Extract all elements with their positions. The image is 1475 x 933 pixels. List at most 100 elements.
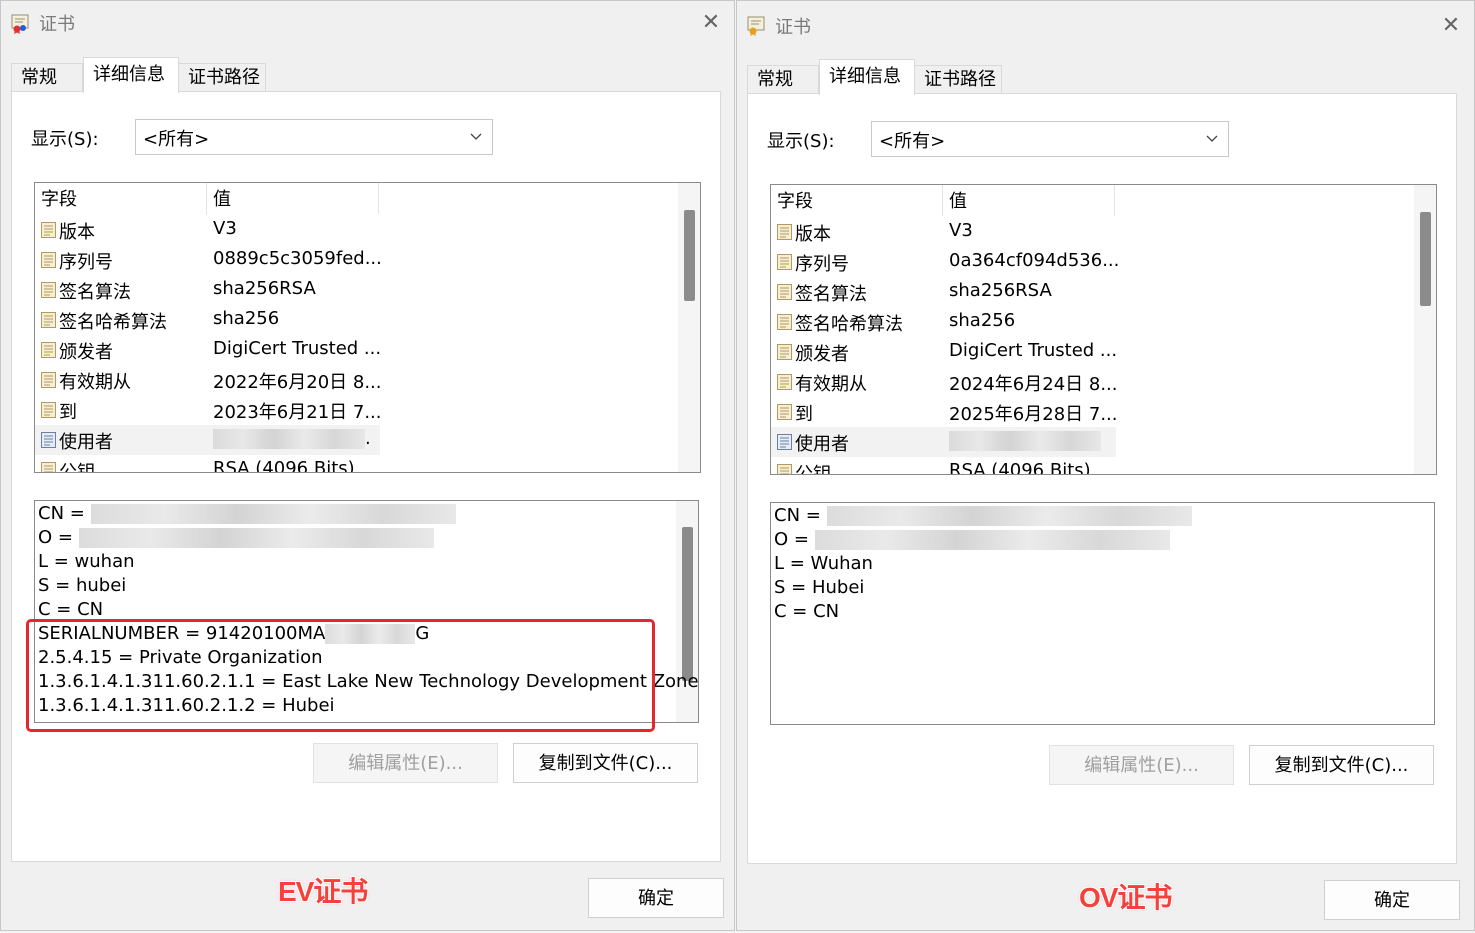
column-header-field[interactable]: 字段 <box>771 185 943 216</box>
column-header-field[interactable]: 字段 <box>35 183 207 214</box>
table-row[interactable]: 到 2025年6月28日 7... <box>771 397 1118 427</box>
table-row[interactable]: 版本 V3 <box>35 215 380 245</box>
table-row[interactable]: 使用者 <box>771 427 1116 457</box>
tab-details[interactable]: 详细信息 <box>819 59 915 95</box>
field-icon <box>41 252 56 268</box>
list-header: 字段 值 <box>35 183 380 214</box>
field-icon <box>777 314 792 330</box>
redacted-value <box>814 530 1170 550</box>
redacted-value <box>826 506 1192 526</box>
tab-general[interactable]: 常规 <box>11 63 83 91</box>
row-field: 颁发者 <box>795 344 849 365</box>
table-row[interactable]: 颁发者 DigiCert Trusted ... <box>35 335 382 365</box>
table-row[interactable]: 签名哈希算法 sha256 <box>771 307 1116 337</box>
row-value: sha256 <box>949 310 1016 331</box>
column-header-value[interactable]: 值 <box>943 185 1115 216</box>
row-value: sha256RSA <box>213 278 316 299</box>
table-row[interactable]: 使用者. <box>35 425 380 455</box>
value-detail-box[interactable]: CN = O = L = Wuhan S = Hubei C = CN <box>770 502 1435 725</box>
row-value: sha256 <box>213 308 280 329</box>
detail-prefix: CN = <box>774 505 827 526</box>
detail-prefix: O = <box>38 527 79 548</box>
field-icon <box>777 224 792 240</box>
detail-line: CN = <box>774 505 1192 526</box>
row-field: 到 <box>795 404 813 425</box>
ov-annotation: OV证书 <box>1079 882 1172 913</box>
scrollbar-thumb[interactable] <box>684 210 695 301</box>
table-row[interactable]: 公钥 RSA (4096 Bits) <box>771 457 1116 474</box>
table-row[interactable]: 签名算法 sha256RSA <box>771 277 1116 307</box>
close-button[interactable]: ✕ <box>1428 4 1474 48</box>
detail-line: S = Hubei <box>774 577 865 598</box>
show-dropdown[interactable]: <所有> <box>135 119 493 155</box>
window-title: 证书 <box>775 17 811 38</box>
row-value: V3 <box>949 220 973 241</box>
show-label: 显示(S): <box>31 129 99 150</box>
row-field: 公钥 <box>59 462 95 473</box>
tab-details[interactable]: 详细信息 <box>83 57 179 93</box>
row-value: 2024年6月24日 8... <box>949 374 1118 395</box>
field-icon <box>41 222 56 238</box>
table-row[interactable]: 版本 V3 <box>771 217 1116 247</box>
column-header-value[interactable]: 值 <box>207 183 379 214</box>
ok-button[interactable]: 确定 <box>1324 880 1460 920</box>
certificate-icon <box>747 16 765 36</box>
table-row[interactable]: 序列号 0889c5c3059fed... <box>35 245 382 275</box>
tab-general[interactable]: 常规 <box>747 65 819 93</box>
table-row[interactable]: 签名哈希算法 sha256 <box>35 305 380 335</box>
row-value <box>949 430 1101 451</box>
tab-cert-path[interactable]: 证书路径 <box>178 63 266 91</box>
table-row[interactable]: 公钥 RSA (4096 Bits) <box>35 455 380 473</box>
details-panel: 显示(S): <所有> 字段 值 版本 V3 序列号 0889c5c3059fed..… <box>11 91 721 862</box>
field-list-scrollbar[interactable] <box>1414 185 1436 474</box>
detail-line: 1.3.6.1.4.1.311.60.2.1.2 = Hubei <box>38 695 335 716</box>
tab-cert-path[interactable]: 证书路径 <box>914 65 1002 93</box>
field-list[interactable]: 字段 值 版本 V3 序列号 0889c5c3059fed... 签名算法 sha256R… <box>34 182 701 473</box>
field-icon <box>41 372 56 388</box>
field-icon <box>777 434 792 450</box>
value-detail-box[interactable]: CN = O = L = wuhan S = hubei C = CN SERIALN… <box>34 500 699 723</box>
ov-certificate-window: 证书 ✕ 常规 详细信息 证书路径 显示(S): <所有> 字段 值 版本 V3 序… <box>736 0 1475 931</box>
show-dropdown[interactable]: <所有> <box>871 121 1229 157</box>
ok-button[interactable]: 确定 <box>588 878 724 918</box>
table-row[interactable]: 签名算法 sha256RSA <box>35 275 380 305</box>
row-field: 颁发者 <box>59 342 113 363</box>
table-row[interactable]: 颁发者 DigiCert Trusted ... <box>771 337 1117 367</box>
row-value: DigiCert Trusted ... <box>213 338 382 359</box>
field-icon <box>41 432 56 448</box>
scrollbar-thumb[interactable] <box>1420 212 1431 306</box>
title-bar[interactable]: 证书 ✕ <box>737 1 1474 45</box>
detail-line: L = wuhan <box>38 551 135 572</box>
field-list[interactable]: 字段 值 版本 V3 序列号 0a364cf094d536... 签名算法 sha256R… <box>770 184 1437 475</box>
row-value: 2025年6月28日 7... <box>949 404 1118 425</box>
table-row[interactable]: 有效期从 2022年6月20日 8... <box>35 365 382 395</box>
show-dropdown-value: <所有> <box>879 131 946 152</box>
row-field: 有效期从 <box>795 374 867 395</box>
row-field: 有效期从 <box>59 372 131 393</box>
table-row[interactable]: 有效期从 2024年6月24日 8... <box>771 367 1118 397</box>
title-bar[interactable]: 证书 ✕ <box>1 1 734 45</box>
row-field: 签名算法 <box>59 282 131 303</box>
show-label: 显示(S): <box>767 131 835 152</box>
detail-line: C = CN <box>774 601 840 622</box>
row-field: 签名算法 <box>795 284 867 305</box>
redacted-value <box>213 429 365 449</box>
row-value: 2023年6月21日 7... <box>213 402 382 423</box>
close-button[interactable]: ✕ <box>688 1 734 45</box>
copy-to-file-button[interactable]: 复制到文件(C)... <box>1249 745 1434 785</box>
table-row[interactable]: 序列号 0a364cf094d536... <box>771 247 1119 277</box>
edit-properties-button[interactable]: 编辑属性(E)... <box>313 743 498 783</box>
scrollbar-thumb[interactable] <box>682 527 693 681</box>
copy-to-file-button[interactable]: 复制到文件(C)... <box>513 743 698 783</box>
edit-properties-button[interactable]: 编辑属性(E)... <box>1049 745 1234 785</box>
redacted-value <box>90 504 456 524</box>
field-list-scrollbar[interactable] <box>678 183 700 472</box>
details-panel: 显示(S): <所有> 字段 值 版本 V3 序列号 0a364cf094d536..… <box>747 93 1457 864</box>
redacted-value <box>325 624 416 644</box>
detail-suffix: G <box>415 623 430 644</box>
table-row[interactable]: 到 2023年6月21日 7... <box>35 395 382 425</box>
detail-prefix: SERIALNUMBER = 91420100MA <box>38 623 326 644</box>
detail-line: C = CN <box>38 599 104 620</box>
row-field: 签名哈希算法 <box>795 314 903 335</box>
field-icon <box>41 402 56 418</box>
